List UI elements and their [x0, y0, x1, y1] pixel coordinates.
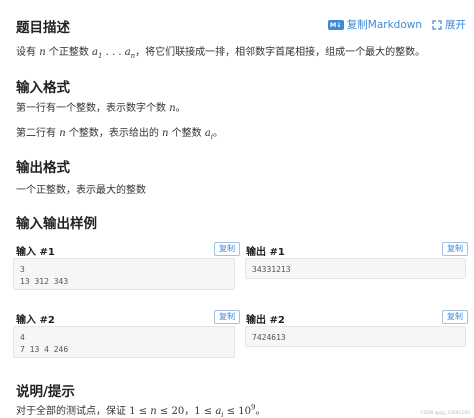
- expand-icon[interactable]: [432, 19, 442, 30]
- section-title-input-format: 输入格式: [16, 80, 70, 96]
- sample-1-output-label: 输出 #1: [246, 247, 285, 258]
- sample-2-output-box[interactable]: 7424613: [245, 326, 466, 347]
- input-format-line-2: 第二行有 n 个整数，表示给出的 n 个整数 ai。: [16, 128, 224, 141]
- sample-2-input-box[interactable]: 4 7 13 4 246: [13, 326, 235, 358]
- section-title-output-format: 输出格式: [16, 160, 70, 176]
- toolbar: M↓ 复制Markdown 展开: [327, 17, 466, 32]
- copy-sample-1-output-button[interactable]: 复制: [442, 242, 468, 256]
- hint-text: 对于全部的测试点，保证 1 ≤ n ≤ 20，1 ≤ ai ≤ 109。: [16, 403, 266, 418]
- markdown-icon: M↓: [327, 19, 344, 30]
- watermark: CSDN @qq_33491193: [420, 411, 470, 416]
- expand-button[interactable]: 展开: [445, 17, 466, 32]
- copy-markdown-label: 复制Markdown: [346, 19, 422, 31]
- sample-2-input-label: 输入 #2: [16, 315, 55, 326]
- section-title-description: 题目描述: [16, 20, 70, 36]
- description-text: 设有 n 个正整数 a1 . . . an，将它们联接成一排，相邻数字首尾相接，…: [16, 47, 426, 60]
- copy-sample-2-input-button[interactable]: 复制: [214, 310, 240, 324]
- copy-markdown-button[interactable]: M↓ 复制Markdown: [327, 17, 422, 32]
- sample-1-input-box[interactable]: 3 13 312 343: [13, 258, 235, 290]
- copy-sample-2-output-button[interactable]: 复制: [442, 310, 468, 324]
- constraint-a: 1 ≤ ai ≤ 109: [194, 403, 256, 418]
- sample-1-output-box[interactable]: 34331213: [245, 258, 466, 279]
- output-format-text: 一个正整数，表示最大的整数: [16, 185, 146, 196]
- copy-sample-1-input-button[interactable]: 复制: [214, 242, 240, 256]
- constraint-n: 1 ≤ n ≤ 20: [129, 406, 185, 417]
- sample-2-output-label: 输出 #2: [246, 315, 285, 326]
- section-title-hint: 说明/提示: [16, 384, 75, 400]
- section-title-samples: 输入输出样例: [16, 216, 97, 232]
- input-format-line-1: 第一行有一个整数，表示数字个数 n。: [16, 103, 186, 114]
- math-a-sequence: a1 . . . an: [92, 47, 136, 60]
- sample-1-input-label: 输入 #1: [16, 247, 55, 258]
